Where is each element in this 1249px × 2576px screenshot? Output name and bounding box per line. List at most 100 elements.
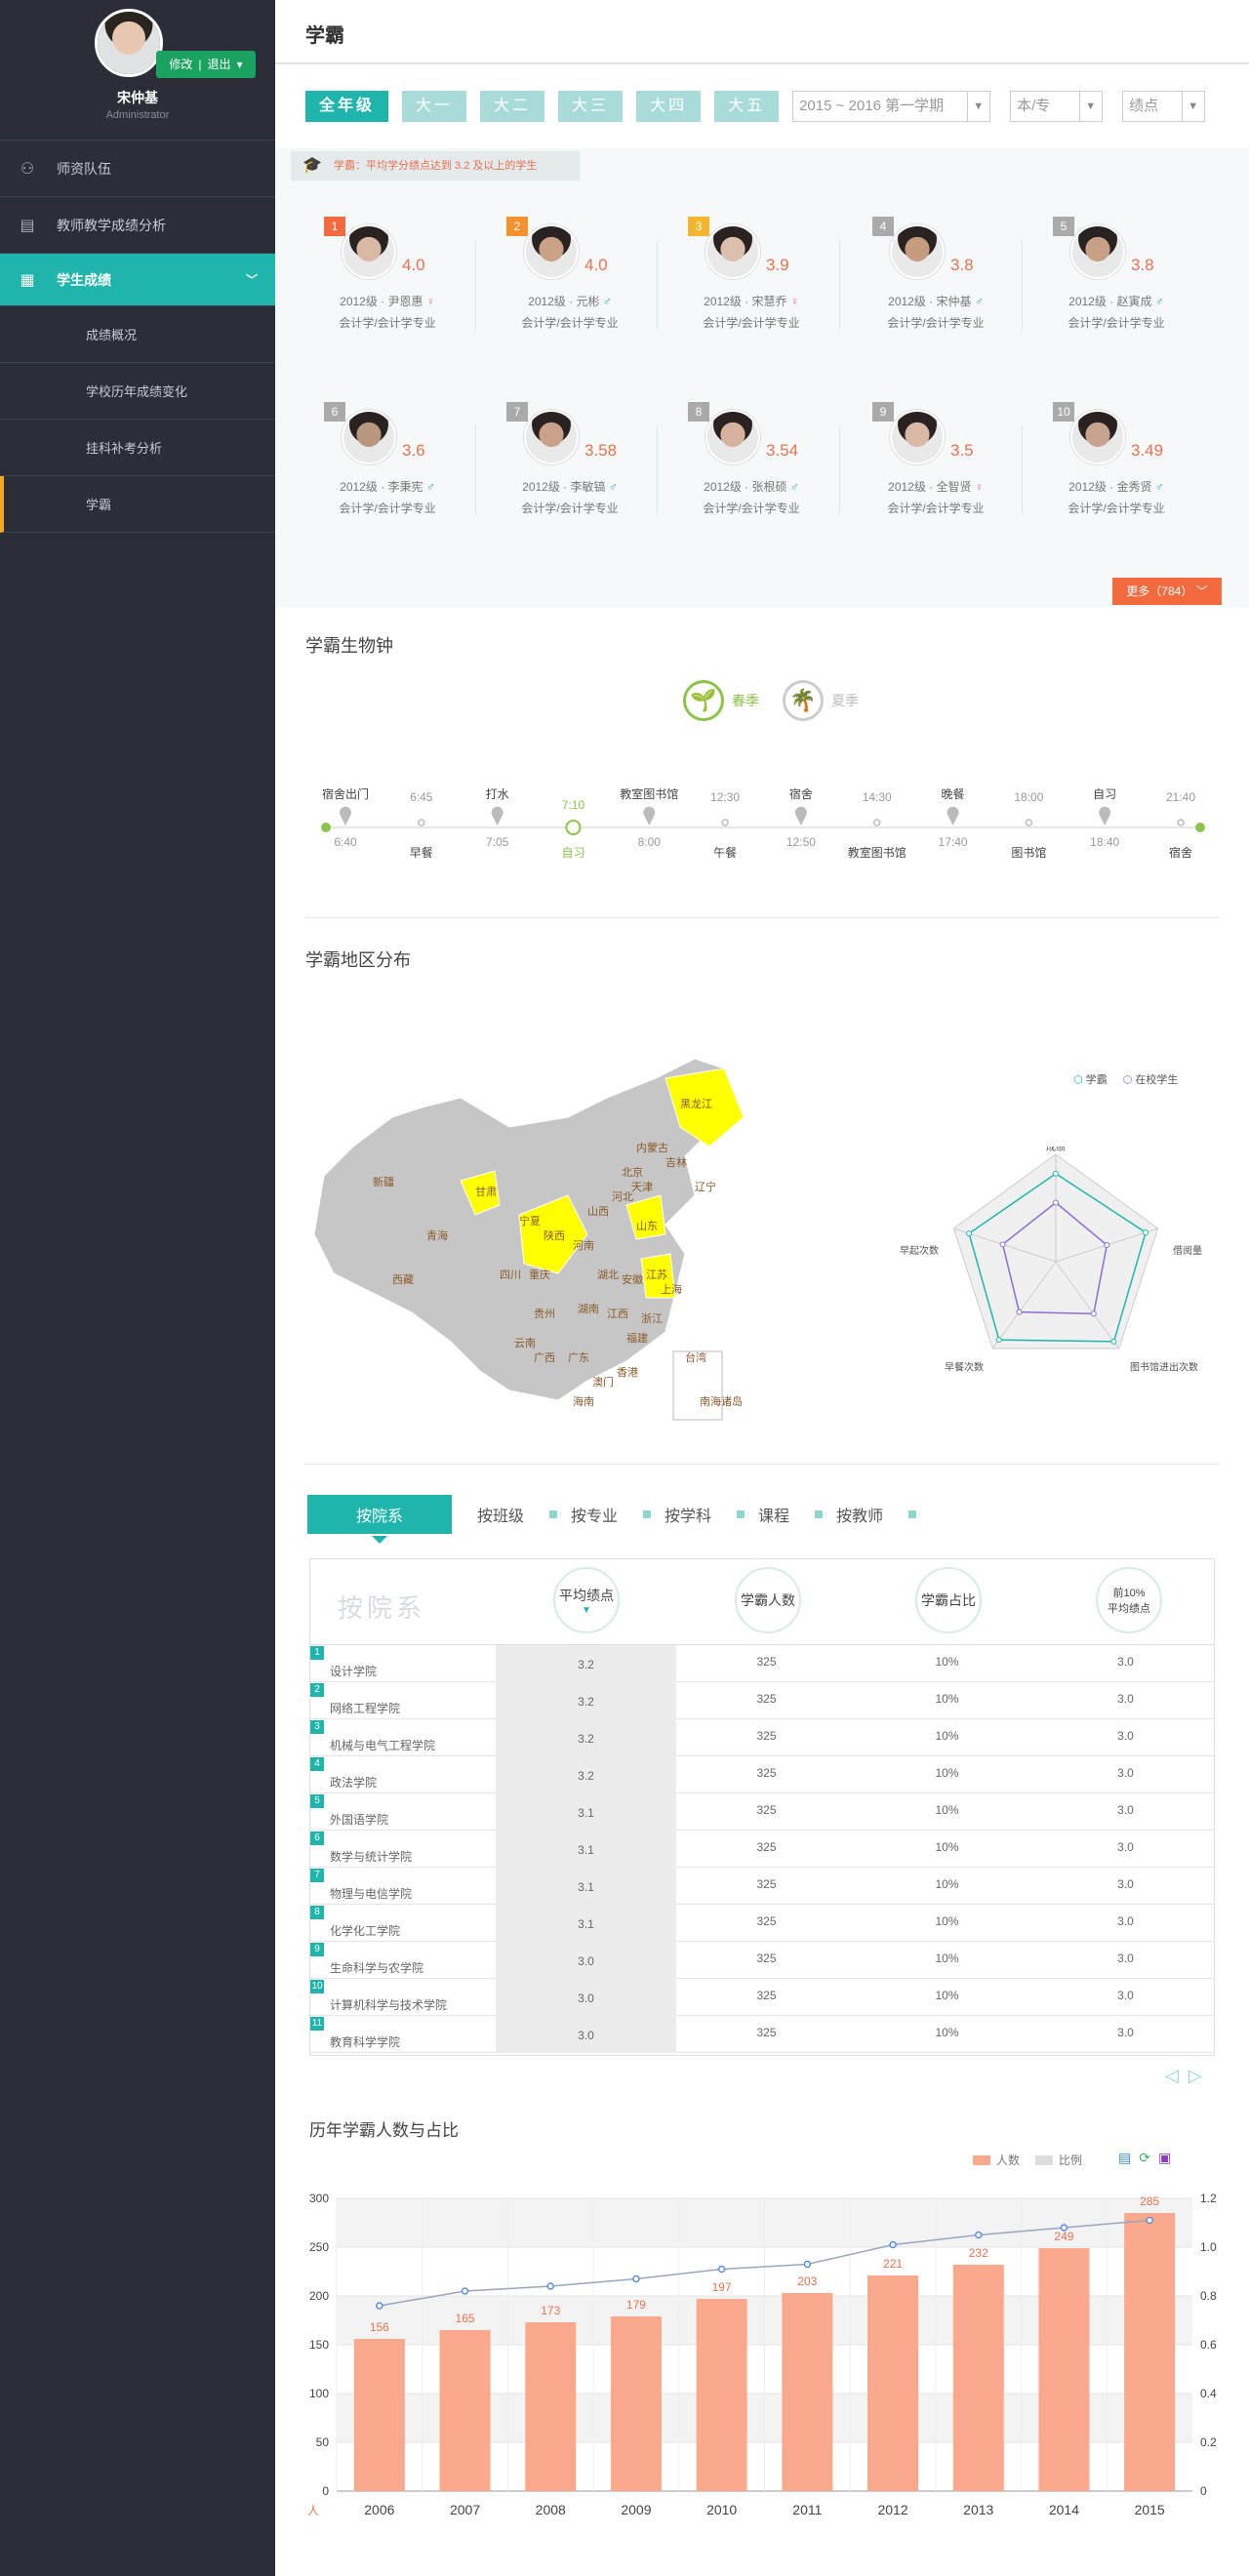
map-pin-icon: [491, 806, 504, 825]
term-select[interactable]: 2015 ~ 2016 第一学期 ▼: [792, 91, 991, 122]
table-row[interactable]: 11 教育科学学院 3.0 325 10% 3.0: [310, 2016, 1214, 2053]
tab-course[interactable]: 课程: [758, 1503, 824, 1526]
student-card[interactable]: 8 3.54 2012级 · 张根硕 ♂ 会计学/会计学专业: [659, 402, 844, 529]
sort-top10-gpa[interactable]: 前10%平均绩点: [1096, 1567, 1162, 1633]
more-button[interactable]: 更多（784） ﹀: [1112, 578, 1222, 605]
timeline-text: 晚餐: [941, 787, 965, 801]
refresh-icon[interactable]: ⟳: [1139, 2150, 1150, 2166]
avg-gpa-cell: 3.2: [496, 1682, 676, 1719]
caret-down-icon[interactable]: ▾: [237, 51, 243, 78]
timeline-text: 18:00: [1014, 790, 1044, 804]
bar-value-label: 232: [969, 2246, 988, 2260]
tab-major[interactable]: 按专业: [571, 1503, 652, 1526]
edit-link[interactable]: 修改: [169, 51, 192, 78]
table-row[interactable]: 1 设计学院 3.2 325 10% 3.0: [310, 1645, 1214, 1682]
card-divider: [475, 241, 476, 329]
student-card[interactable]: 3 3.9 2012级 · 宋慧乔 ♀ 会计学/会计学专业: [659, 217, 844, 343]
table-row[interactable]: 4 政法学院 3.2 325 10% 3.0: [310, 1756, 1214, 1793]
table-row[interactable]: 5 外国语学院 3.1 325 10% 3.0: [310, 1793, 1214, 1831]
grade-3-button[interactable]: 大三: [558, 91, 624, 122]
nav-teachers[interactable]: ⚇ 师资队伍: [0, 141, 275, 197]
gender-icon: ♀: [425, 295, 435, 308]
level-select[interactable]: 本/专 ▼: [1010, 91, 1104, 122]
bar: [610, 2316, 662, 2491]
gender-icon: ♂: [425, 480, 435, 494]
student-card[interactable]: 7 3.58 2012级 · 李敏镐 ♂ 会计学/会计学专业: [477, 402, 663, 529]
province-label: 内蒙古: [636, 1141, 668, 1154]
tab-department[interactable]: 按院系: [307, 1495, 452, 1544]
department-name: 生命科学与农学院: [330, 1961, 424, 1975]
table-row[interactable]: 10 计算机科学与技术学院 3.0 325 10% 3.0: [310, 1979, 1214, 2016]
subnav-overview[interactable]: 成绩概况: [0, 306, 275, 363]
chart-title: 历年学霸人数与占比: [309, 2121, 459, 2140]
table-row[interactable]: 9 生命科学与农学院 3.0 325 10% 3.0: [310, 1942, 1214, 1979]
grade-5-button[interactable]: 大五: [714, 91, 780, 122]
avg-gpa-cell: 3.1: [496, 1831, 676, 1868]
subnav-fail-analysis[interactable]: 挂科补考分析: [0, 420, 275, 476]
province-label: 海南: [573, 1394, 594, 1408]
chart-legend: 人数 比例: [973, 2152, 1082, 2168]
student-card[interactable]: 10 3.49 2012级 · 金秀贤 ♂ 会计学/会计学专业: [1024, 402, 1209, 529]
table-row[interactable]: 7 物理与电信学院 3.1 325 10% 3.0: [310, 1868, 1214, 1905]
province-label: 山东: [636, 1220, 658, 1232]
spring-toggle[interactable]: 🌱 春季: [683, 680, 759, 721]
timeline-text: 教室图书馆: [847, 846, 907, 860]
grade-4-button[interactable]: 大四: [636, 91, 702, 122]
divider: [305, 1464, 1219, 1465]
y2-tick-label: 1.2: [1200, 2192, 1217, 2205]
student-card[interactable]: 2 4.0 2012级 · 元彬 ♂ 会计学/会计学专业: [477, 217, 663, 343]
legend-all-students[interactable]: ⬡ 在校学生: [1123, 1071, 1179, 1087]
legend-count[interactable]: 人数: [996, 2152, 1020, 2168]
sort-avg-gpa[interactable]: 平均绩点 ▼: [553, 1567, 620, 1633]
student-card[interactable]: 1 4.0 2012级 · 尹恩惠 ♀ 会计学/会计学专业: [295, 217, 480, 343]
grade-1-button[interactable]: 大一: [402, 91, 467, 122]
next-icon[interactable]: ▷: [1189, 2066, 1212, 2085]
logout-link[interactable]: 退出: [208, 51, 231, 78]
subnav-top-students[interactable]: 学霸: [0, 476, 275, 533]
gender-icon: ♀: [974, 480, 984, 494]
sort-count[interactable]: 学霸人数: [735, 1567, 801, 1633]
student-avatar: [1070, 410, 1125, 464]
metric-select[interactable]: 绩点 ▼: [1122, 91, 1206, 122]
grade-all-button[interactable]: 全年级: [305, 91, 389, 122]
province-label: 湖北: [597, 1268, 619, 1281]
count-cell: 325: [756, 1803, 777, 1817]
sort-ratio[interactable]: 学霸占比: [915, 1567, 982, 1633]
student-card[interactable]: 5 3.8 2012级 · 赵寅成 ♂ 会计学/会计学专业: [1024, 217, 1209, 343]
tab-class[interactable]: 按班级: [477, 1503, 558, 1526]
ratio-point: [461, 2287, 469, 2295]
tab-teacher[interactable]: 按教师: [836, 1503, 917, 1526]
save-icon[interactable]: ▣: [1158, 2150, 1171, 2166]
tab-subject[interactable]: 按学科: [665, 1503, 745, 1526]
student-card[interactable]: 6 3.6 2012级 · 李秉宪 ♂ 会计学/会计学专业: [295, 402, 480, 529]
nav-teaching-analysis[interactable]: ▤ 教师教学成绩分析: [0, 197, 275, 254]
student-card[interactable]: 4 3.8 2012级 · 宋仲基 ♂ 会计学/会计学专业: [843, 217, 1028, 343]
student-info: 2012级 · 宋仲基 ♂: [888, 295, 984, 308]
nav-student-scores[interactable]: ▦ 学生成绩 ﹀: [0, 254, 275, 306]
table-row[interactable]: 2 网络工程学院 3.2 325 10% 3.0: [310, 1682, 1214, 1719]
province-label: 上海: [661, 1282, 682, 1296]
gpa-value: 4.0: [584, 256, 608, 274]
table-row[interactable]: 8 化学化工学院 3.1 325 10% 3.0: [310, 1905, 1214, 1942]
history-chart: 0 50 100 150 200 250 300 0 0.2 0.4 0.6 0.8 1.0 1.2 人 15…: [307, 2192, 1217, 2517]
row-number: 8: [310, 1906, 324, 1919]
x-tick-label: 2010: [706, 2502, 737, 2517]
avatar[interactable]: [95, 9, 163, 77]
subnav-history[interactable]: 学校历年成绩变化: [0, 363, 275, 420]
table-row[interactable]: 6 数学与统计学院 3.1 325 10% 3.0: [310, 1831, 1214, 1868]
prev-icon[interactable]: ◁: [1165, 2066, 1189, 2085]
timeline-text: 宿舍: [788, 787, 813, 801]
grade-2-button[interactable]: 大二: [480, 91, 545, 122]
card-divider: [1022, 241, 1023, 329]
user-role: Administrator: [105, 109, 170, 121]
china-map[interactable]: 黑龙江吉林辽宁 内蒙古新疆甘肃青海西藏 宁夏陕西 山西河北 北京天津山东河南江苏安徽上海…: [314, 1059, 783, 1429]
data-view-icon[interactable]: ▤: [1118, 2150, 1131, 2166]
ratio-cell: 10%: [935, 1952, 959, 1965]
summer-toggle[interactable]: 🌴 夏季: [783, 680, 859, 721]
student-card[interactable]: 9 3.5 2012级 · 全智贤 ♀ 会计学/会计学专业: [843, 402, 1028, 529]
table-row[interactable]: 3 机械与电气工程学院 3.2 325 10% 3.0: [310, 1719, 1214, 1756]
legend-ratio[interactable]: 比例: [1059, 2152, 1082, 2168]
department-name: 网络工程学院: [330, 1702, 401, 1715]
timeline-text: 打水: [485, 787, 509, 801]
legend-top-students[interactable]: ⬡ 学霸: [1073, 1071, 1108, 1087]
